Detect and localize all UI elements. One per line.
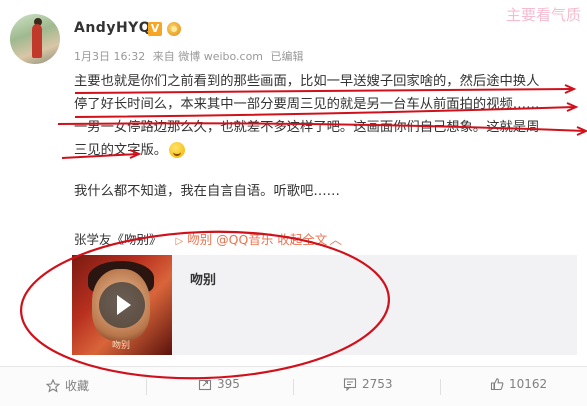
chevron-up-icon[interactable]: ︿ bbox=[329, 232, 342, 247]
username[interactable]: AndyHYQ bbox=[74, 20, 151, 36]
card-song-title[interactable]: 吻别 bbox=[190, 269, 216, 288]
content-line-last: 三见的文字版。 bbox=[74, 139, 579, 162]
post-meta: 1月3日 16:32 来自 微博 weibo.com 已编辑 bbox=[74, 48, 308, 64]
share-icon bbox=[198, 379, 212, 391]
verified-badge-icon: V bbox=[148, 22, 162, 36]
cover-text: 吻别 bbox=[112, 341, 131, 351]
repost-button[interactable]: 395 bbox=[198, 377, 240, 391]
song-line: 张学友《吻别》 ▷ 吻别 @QQ音乐 收起全文 ︿ bbox=[74, 229, 342, 248]
like-button[interactable]: 10162 bbox=[490, 377, 547, 391]
song-link[interactable]: 吻别 @QQ音乐 收起全文 bbox=[187, 232, 327, 247]
smile-emoji-icon bbox=[169, 142, 186, 158]
avatar[interactable] bbox=[10, 14, 60, 64]
content-line: 停了好长时间么，本来其中一部分要周三见的就是另一台车从前面拍的视频…… bbox=[74, 97, 540, 112]
watermark: 主要看气质 bbox=[505, 6, 581, 24]
edited-label[interactable]: 已编辑 bbox=[271, 50, 304, 63]
post-source: 来自 微博 weibo.com bbox=[152, 50, 264, 63]
action-bar: 收藏 395 2753 10162 bbox=[0, 366, 587, 406]
post-paragraph: 我什么都不知道，我在自言自语。听歌吧…… bbox=[74, 184, 340, 199]
album-cover[interactable]: 吻别 bbox=[72, 255, 172, 355]
play-button-icon[interactable] bbox=[99, 282, 145, 328]
star-icon bbox=[45, 378, 61, 393]
medal-icon bbox=[167, 22, 181, 36]
play-small-icon: ▷ bbox=[175, 236, 184, 247]
comment-icon bbox=[343, 378, 357, 392]
music-card[interactable]: 吻别 吻别 bbox=[72, 255, 577, 355]
song-artist-title: 张学友《吻别》 bbox=[74, 232, 162, 247]
comment-button[interactable]: 2753 bbox=[343, 377, 393, 392]
like-icon bbox=[490, 378, 504, 391]
post-date[interactable]: 1月3日 16:32 bbox=[74, 50, 145, 63]
favorite-button[interactable]: 收藏 bbox=[45, 377, 89, 394]
content-line: 一男一女停路边那么久，也就差不多这样了吧。这画面你们自己想象。这就是周 bbox=[74, 120, 540, 135]
post-content: 主要也就是你们之前看到的那些画面，比如一早送嫂子回家啥的，然后途中换人 停了好长… bbox=[74, 70, 579, 162]
content-line: 主要也就是你们之前看到的那些画面，比如一早送嫂子回家啥的，然后途中换人 bbox=[74, 74, 540, 89]
